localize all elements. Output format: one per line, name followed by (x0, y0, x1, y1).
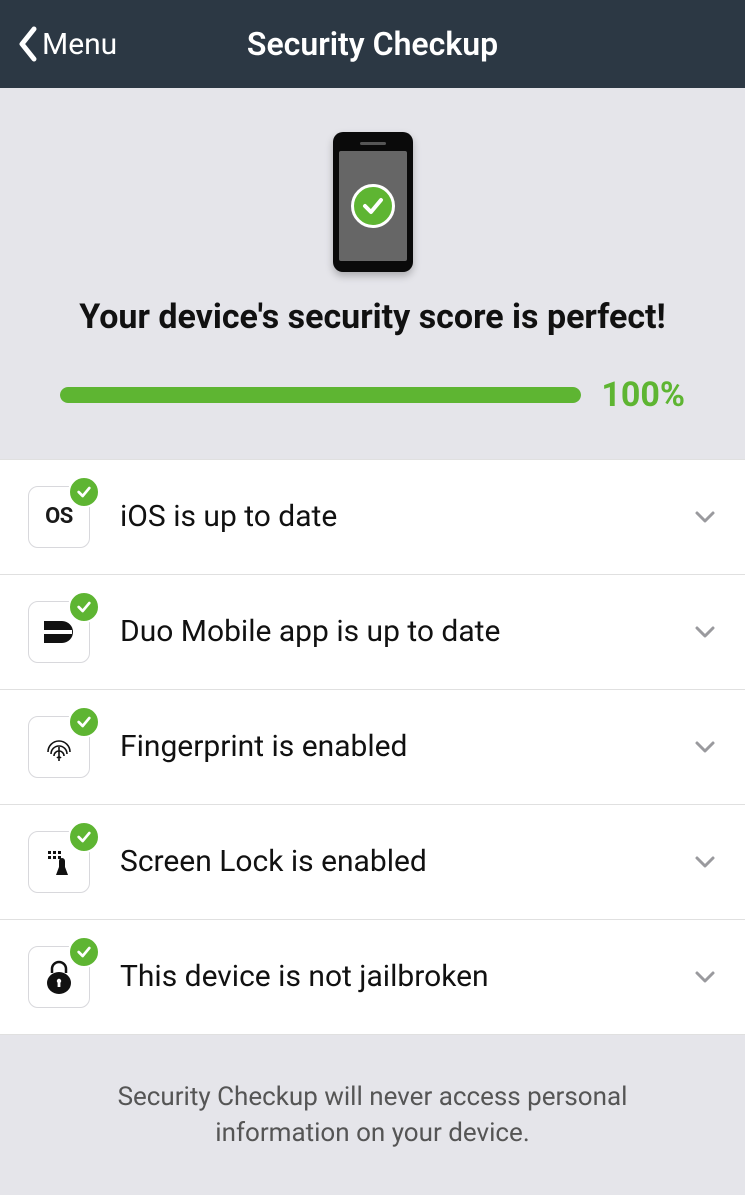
check-item-os[interactable]: OS iOS is up to date (0, 459, 745, 575)
check-item-label: Fingerprint is enabled (120, 729, 663, 764)
chevron-left-icon (16, 25, 38, 63)
chevron-down-icon (693, 965, 717, 989)
check-item-label: This device is not jailbroken (120, 959, 663, 994)
progress-row: 100% (60, 375, 685, 415)
progress-percent: 100% (601, 375, 685, 415)
checkmark-badge-icon (68, 821, 100, 853)
checkmark-badge-icon (68, 936, 100, 968)
check-list: OS iOS is up to date Duo Mobile app is u… (0, 459, 745, 1035)
check-item-label: Duo Mobile app is up to date (120, 614, 663, 649)
back-label: Menu (42, 27, 117, 62)
chevron-down-icon (693, 735, 717, 759)
checkmark-badge-icon (68, 476, 100, 508)
check-item-jailbreak[interactable]: This device is not jailbroken (0, 920, 745, 1035)
checkmark-badge-icon (351, 184, 395, 228)
footer-text: Security Checkup will never access perso… (60, 1079, 685, 1152)
back-button[interactable]: Menu (16, 25, 117, 63)
check-item-fingerprint[interactable]: Fingerprint is enabled (0, 690, 745, 805)
check-item-label: Screen Lock is enabled (120, 844, 663, 879)
progress-fill (60, 387, 581, 403)
chevron-down-icon (693, 505, 717, 529)
check-item-label: iOS is up to date (120, 499, 663, 534)
chevron-down-icon (693, 850, 717, 874)
checkmark-badge-icon (68, 706, 100, 738)
check-item-screen-lock[interactable]: Screen Lock is enabled (0, 805, 745, 920)
phone-illustration (333, 132, 413, 272)
progress-bar (60, 387, 581, 403)
page-title: Security Checkup (247, 25, 498, 63)
checkmark-badge-icon (68, 591, 100, 623)
nav-header: Menu Security Checkup (0, 0, 745, 88)
check-item-duo-app[interactable]: Duo Mobile app is up to date (0, 575, 745, 690)
footer: Security Checkup will never access perso… (0, 1035, 745, 1195)
hero-title: Your device's security score is perfect! (60, 296, 685, 339)
hero-section: Your device's security score is perfect!… (0, 88, 745, 459)
chevron-down-icon (693, 620, 717, 644)
